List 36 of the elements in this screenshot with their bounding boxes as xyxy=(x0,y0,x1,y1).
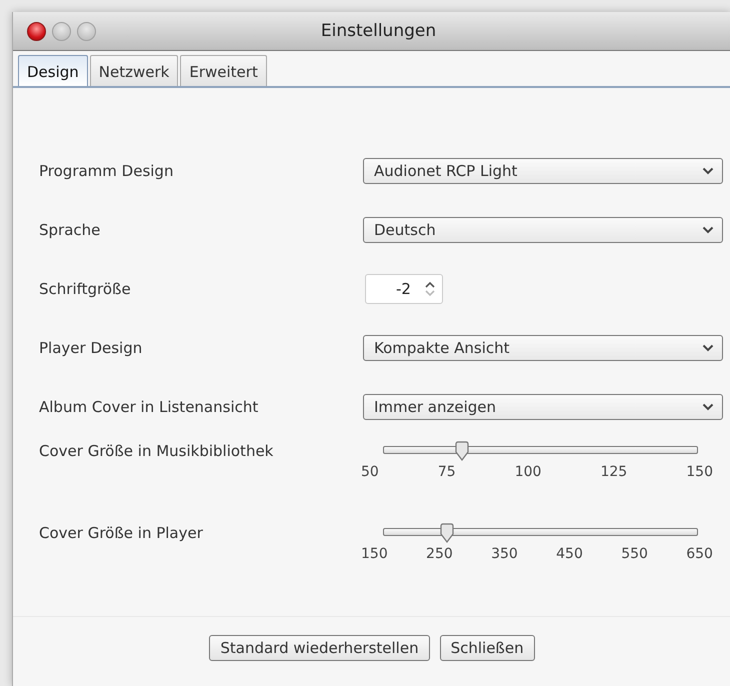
window-title: Einstellungen xyxy=(320,21,438,41)
chevron-down-icon xyxy=(702,166,714,174)
chevron-down-icon xyxy=(702,226,714,234)
button[interactable]: Standard wiederherstellen xyxy=(209,635,430,661)
tick-label: 150 xyxy=(686,464,713,480)
setting-label: Cover Größe in Player xyxy=(39,524,204,542)
dropdown[interactable]: Kompakte Ansicht xyxy=(363,334,723,360)
tick-label: 350 xyxy=(491,546,518,562)
tick-label: 150 xyxy=(361,546,388,562)
dropdown[interactable]: Audionet RCP Light xyxy=(363,158,723,184)
button[interactable]: Schließen xyxy=(440,635,535,661)
dropdown[interactable]: Immer anzeigen xyxy=(363,394,723,420)
setting-label: Cover Größe in Musikbibliothek xyxy=(39,442,274,460)
tick-label: 450 xyxy=(556,546,583,562)
tick-label: 250 xyxy=(426,546,453,562)
tab[interactable]: Erweitert xyxy=(180,55,267,86)
tick-label: 75 xyxy=(438,464,456,480)
setting-label: Programm Design xyxy=(39,162,174,180)
slider-thumb[interactable] xyxy=(438,523,455,543)
slider-thumb[interactable] xyxy=(454,441,470,461)
setting-label: Schriftgröße xyxy=(39,280,132,298)
setting-label: Sprache xyxy=(39,220,102,238)
tick-label: 650 xyxy=(686,546,713,562)
tick-label: 100 xyxy=(514,464,542,480)
tick-label: 550 xyxy=(621,546,648,562)
tick-label: 125 xyxy=(600,464,628,480)
chevron-down-icon xyxy=(702,344,714,352)
stepper-icon[interactable] xyxy=(424,280,436,298)
tick-label: 50 xyxy=(361,464,379,480)
close-button[interactable] xyxy=(27,22,46,40)
tab[interactable]: Design xyxy=(18,55,88,86)
dropdown[interactable]: Deutsch xyxy=(363,216,723,242)
setting-label: Album Cover in Listenansicht xyxy=(39,398,260,416)
setting-label: Player Design xyxy=(39,338,144,356)
chevron-down-icon xyxy=(702,402,714,410)
tab[interactable]: Netzwerk xyxy=(90,55,178,86)
